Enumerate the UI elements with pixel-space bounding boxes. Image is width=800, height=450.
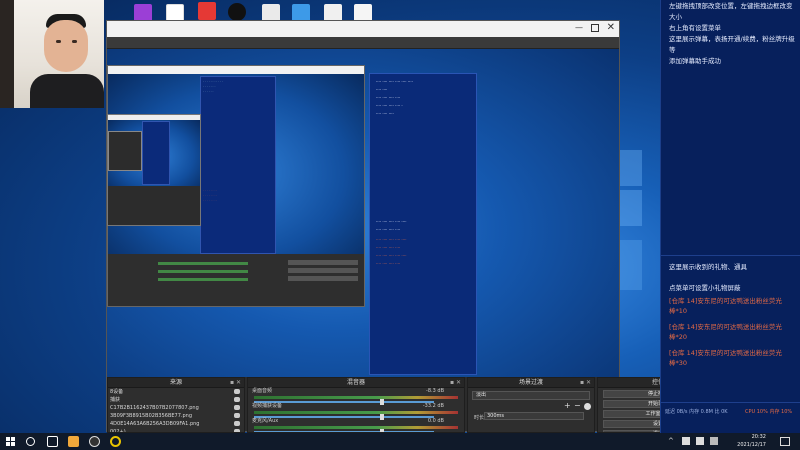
close-icon[interactable]: ✕ bbox=[607, 22, 615, 34]
gift-message: [仓库 14]安东尼的可达鸭送出粉丝荧光棒*30 bbox=[669, 349, 782, 367]
duration-row: 时长 300ms bbox=[468, 412, 594, 422]
gift-message: [仓库 14]安东尼的可达鸭送出粉丝荧光棒*20 bbox=[669, 323, 782, 341]
webcam-person-shirt bbox=[30, 74, 104, 108]
clock-time[interactable]: 20:32 bbox=[752, 434, 766, 440]
webcam-person-face bbox=[44, 20, 88, 72]
nested-titlebar bbox=[108, 66, 364, 74]
status-divider bbox=[661, 402, 800, 403]
windows-taskbar: ^ 20:32 2021/12/17 bbox=[0, 433, 800, 450]
duration-input[interactable]: 300ms bbox=[484, 412, 584, 420]
minimize-icon[interactable]: — bbox=[575, 24, 583, 32]
nested-docks bbox=[108, 254, 364, 306]
audio-level-meter bbox=[254, 426, 458, 429]
source-item-label: 4D0E14A63A6B256A3DB09FA1.png bbox=[110, 421, 200, 427]
chat-tips-list: 左键拖拽顶部改变位置，左键拖拽边框改变大小右上角有设置菜单这里展示弹幕，表扬开通… bbox=[661, 0, 800, 67]
task-view-icon[interactable] bbox=[47, 436, 58, 447]
app-taskbar-icon[interactable] bbox=[110, 436, 121, 447]
pdf-app-icon[interactable] bbox=[198, 2, 216, 20]
maximize-icon[interactable] bbox=[591, 24, 599, 32]
panel-divider bbox=[661, 255, 800, 256]
mixer-channel-name: 麦克风/Aux bbox=[252, 418, 279, 424]
status-net: 延迟 0B/s 内存 0.8M 比 0K bbox=[665, 409, 728, 415]
tray-chevron-icon[interactable]: ^ bbox=[668, 437, 674, 445]
transition-select[interactable]: 淡出 bbox=[472, 391, 590, 400]
nested-obs-window: · · · · · · · · · · · · · · · · · · · · · … bbox=[107, 65, 365, 307]
visibility-eye-icon[interactable] bbox=[234, 397, 240, 402]
audio-level-meter bbox=[254, 411, 458, 414]
add-icon[interactable]: + bbox=[564, 402, 571, 410]
source-item[interactable]: 4D0E14A63A6B256A3DB09FA1.png bbox=[108, 420, 244, 428]
webcam-door-frame bbox=[0, 0, 14, 108]
preview-chat-panel: ···· ···· ···· ···· ···· ···· ···· ···· ··… bbox=[369, 73, 477, 375]
chat-tip-message: 左键拖拽顶部改变位置，左键拖拽边框改变大小 bbox=[669, 2, 793, 21]
mixer-channel-label: 麦克风/Aux 0.0 dB bbox=[248, 418, 464, 425]
chat-tip-message: 添加弹幕助手成功 bbox=[669, 57, 721, 65]
tray-network-icon[interactable] bbox=[682, 437, 690, 445]
mixer-channels[interactable]: 桌面音频 -8.3 dB 视频捕获设备 -33.2 dB 麦克风/Aux 0.0 dB bbox=[248, 388, 464, 432]
mixer-channel-name: 视频捕获设备 bbox=[252, 403, 283, 409]
clock-date[interactable]: 2021/12/17 bbox=[737, 442, 766, 448]
gift-message: [仓库 14]安东尼的可达鸭送出粉丝荧光棒*10 bbox=[669, 297, 782, 315]
visibility-eye-icon[interactable] bbox=[234, 405, 240, 410]
obs-menubar[interactable] bbox=[107, 37, 619, 49]
source-item-label: 捕获 bbox=[110, 397, 121, 403]
obs-preview-canvas[interactable]: · · · · · · · · · · · · · · · · · · · · · … bbox=[107, 49, 619, 377]
mixer-channel-db: -8.3 dB bbox=[426, 388, 444, 394]
mixer-channel-db: 0.0 dB bbox=[427, 418, 444, 424]
chat-tip-message: 右上角有设置菜单 bbox=[669, 24, 721, 32]
source-item-label: 3B09F3B8915B02B356BE77.png bbox=[110, 413, 193, 419]
status-cpu: CPU 10% 内存 10% bbox=[745, 409, 793, 415]
search-icon[interactable] bbox=[26, 437, 35, 446]
visibility-eye-icon[interactable] bbox=[234, 413, 240, 418]
mixer-channel-label: 视频捕获设备 -33.2 dB bbox=[248, 403, 464, 410]
remove-icon[interactable]: − bbox=[574, 402, 581, 410]
transition-actions: + − bbox=[468, 400, 594, 412]
sources-dock[interactable]: 来源 ▪ ✕ 8设备捕获 C17B2B1162437B07B2077807.png 3… bbox=[107, 377, 245, 433]
source-item-label: C17B2B1162437B07B2077807.png bbox=[110, 405, 199, 411]
obs-main-window[interactable]: — ✕ · · · · · · · · · · · · · · · · · · · … bbox=[106, 20, 719, 433]
source-item[interactable]: 8设备 bbox=[108, 388, 244, 396]
webcam-person-eye bbox=[56, 40, 61, 43]
source-item-label: 8设备 bbox=[110, 389, 124, 395]
transitions-dock-title: 场景过渡 ▪ ✕ bbox=[468, 378, 594, 388]
sources-dock-title: 来源 ▪ ✕ bbox=[108, 378, 244, 388]
notifications-icon[interactable] bbox=[780, 437, 790, 446]
chat-tip-message: 这里展示弹幕，表扬开通/续费，粉丝牌升级等 bbox=[669, 35, 795, 54]
webcam-person-eye bbox=[72, 40, 77, 43]
settings-gear-icon[interactable] bbox=[584, 403, 591, 410]
mixer-dock-title: 混音器 ▪ ✕ bbox=[248, 378, 464, 388]
duration-label: 时长 bbox=[474, 415, 485, 421]
gift-header: 这里展示收到的礼物、通具 bbox=[669, 263, 747, 271]
tray-volume-icon[interactable] bbox=[696, 437, 704, 445]
audio-level-meter bbox=[254, 396, 458, 399]
mixer-channel-name: 桌面音频 bbox=[252, 388, 273, 394]
windows-start-icon[interactable] bbox=[5, 436, 16, 447]
source-item[interactable]: C17B2B1162437B07B2077807.png bbox=[108, 404, 244, 412]
mixer-dock[interactable]: 混音器 ▪ ✕ 桌面音频 -8.3 dB 视频捕获设备 -33.2 dB 麦克风/Aux 0… bbox=[247, 377, 465, 433]
transitions-dock[interactable]: 场景过渡 ▪ ✕ 淡出 + − 时长 300ms bbox=[467, 377, 595, 433]
window-titlebar[interactable]: — ✕ bbox=[107, 21, 619, 37]
nested-obs-window-2 bbox=[107, 114, 201, 226]
app-taskbar-icon[interactable] bbox=[68, 436, 79, 447]
visibility-eye-icon[interactable] bbox=[234, 421, 240, 426]
mixer-channel-label: 桌面音频 -8.3 dB bbox=[248, 388, 464, 395]
sources-list[interactable]: 8设备捕获 C17B2B1162437B07B2077807.png 3B09F3B… bbox=[108, 388, 244, 432]
obs-taskbar-icon[interactable] bbox=[89, 436, 100, 447]
source-item[interactable]: 捕获 bbox=[108, 396, 244, 404]
visibility-eye-icon[interactable] bbox=[234, 389, 240, 394]
webcam-overlay bbox=[0, 0, 104, 108]
qq-penguin-icon[interactable] bbox=[228, 3, 246, 21]
tray-input-icon[interactable] bbox=[710, 437, 718, 445]
danmaku-assistant-panel[interactable]: 左键拖拽顶部改变位置，左键拖拽边框改变大小右上角有设置菜单这里展示弹幕，表扬开通… bbox=[660, 0, 800, 433]
nested-chat-panel: · · · · · · · · · · · · · · · · · · · · · … bbox=[200, 76, 276, 254]
mixer-channel-db: -33.2 dB bbox=[422, 403, 444, 409]
gift-hint: 点菜单可设置小礼物屏蔽 bbox=[669, 284, 741, 292]
gift-list: [仓库 14]安东尼的可达鸭送出粉丝荧光棒*10 [仓库 14]安东尼的可达鸭送出… bbox=[661, 296, 800, 374]
source-item[interactable]: 3B09F3B8915B02B356BE77.png bbox=[108, 412, 244, 420]
